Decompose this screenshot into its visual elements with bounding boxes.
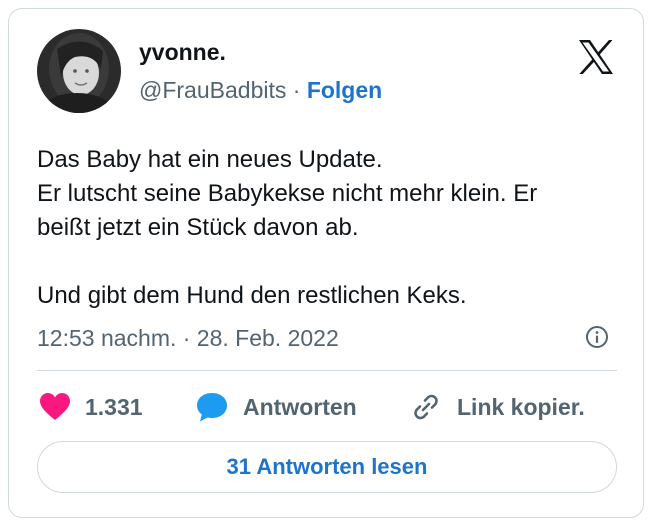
author-handle-row: @FrauBadbits · Folgen (139, 77, 382, 104)
info-icon[interactable] (585, 325, 609, 349)
author-handle[interactable]: @FrauBadbits (139, 77, 286, 103)
like-button[interactable]: 1.331 (39, 389, 143, 425)
tweet-text: Das Baby hat ein neues Update. Er lutsch… (37, 143, 627, 313)
like-count: 1.331 (85, 393, 143, 420)
copy-link-button[interactable]: Link kopier. (409, 389, 585, 425)
tweet-timestamp[interactable]: 12:53 nachm. · 28. Feb. 2022 (37, 325, 339, 352)
divider (37, 370, 617, 371)
speech-bubble-icon (197, 393, 227, 422)
reply-label: Antworten (243, 393, 357, 420)
tweet-line: Und gibt dem Hund den restlichen Keks. (37, 282, 467, 309)
tweet-line: beißt jetzt ein Stück davon ab. (37, 214, 359, 241)
reply-button[interactable]: Antworten (195, 389, 357, 425)
tweet-line: Er lutscht seine Babykekse nicht mehr kl… (37, 180, 538, 207)
read-replies-button[interactable]: 31 Antworten lesen (37, 441, 617, 493)
follow-link[interactable]: Folgen (307, 77, 382, 103)
tweet-line: Das Baby hat ein neues Update. (37, 146, 383, 173)
author-name[interactable]: yvonne. (139, 39, 226, 66)
copy-link-label: Link kopier. (457, 393, 585, 420)
link-icon (414, 394, 438, 420)
separator-dot: · (286, 77, 307, 103)
avatar[interactable] (37, 29, 121, 113)
tweet-embed-card: yvonne. @FrauBadbits · Folgen Das Baby h… (8, 8, 644, 518)
heart-icon (40, 393, 70, 420)
x-logo-icon[interactable] (577, 39, 615, 75)
